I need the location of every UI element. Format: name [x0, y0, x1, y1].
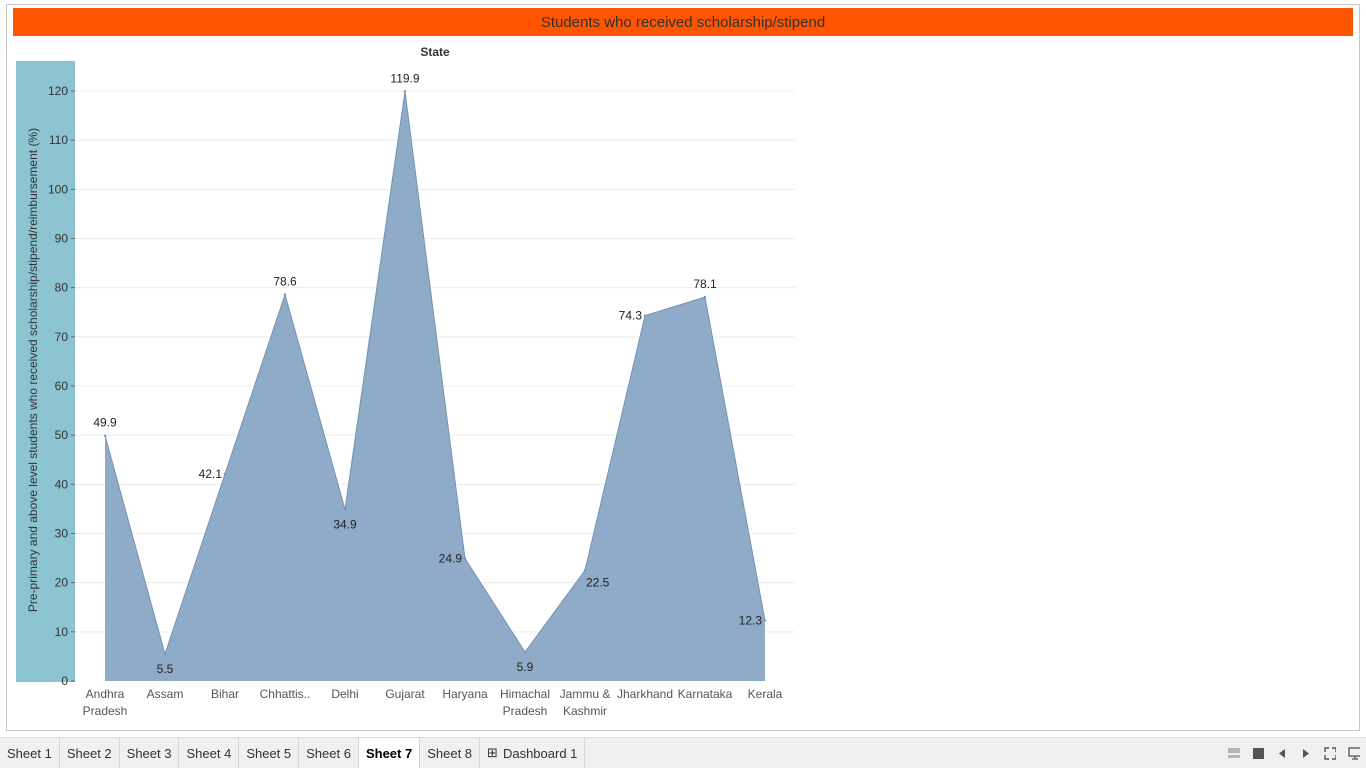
tab-sheet-1[interactable]: Sheet 1 — [0, 738, 60, 768]
tab-sheet-6[interactable]: Sheet 6 — [299, 738, 359, 768]
x-tick-label: Haryana — [442, 687, 488, 701]
y-tick-label: 80 — [55, 281, 69, 295]
data-point[interactable] — [643, 314, 647, 317]
x-axis-ticks: Andhra Pradesh Assam Bihar Chhattis.. Delhi Gu… — [83, 687, 783, 718]
data-point[interactable] — [223, 472, 227, 476]
x-tick-label: Delhi — [331, 687, 358, 701]
data-point[interactable] — [463, 557, 467, 560]
x-tick-label: Jammu & — [560, 687, 611, 701]
tab-label: Sheet 7 — [365, 745, 413, 761]
show-filmstrip-icon[interactable] — [1228, 747, 1240, 759]
data-point[interactable] — [703, 295, 707, 299]
sheet-navigation-controls — [1228, 738, 1360, 768]
x-tick-label: Assam — [147, 687, 184, 701]
y-tick-label: 120 — [48, 84, 68, 98]
y-tick-label: 0 — [61, 674, 68, 688]
tab-label: Dashboard 1 — [502, 745, 578, 761]
x-tick-label: Pradesh — [503, 704, 548, 718]
tab-label: Sheet 8 — [427, 745, 473, 761]
sheet-tab-bar: Sheet 1 Sheet 2 Sheet 3 Sheet 4 Sheet 5 Sheet… — [0, 737, 1366, 768]
y-tick-label: 100 — [48, 182, 68, 196]
data-label: 78.1 — [693, 277, 717, 291]
x-tick-label: Karnataka — [678, 687, 733, 701]
dashboard-grid-icon: ⊞ — [487, 745, 498, 760]
tab-label: Sheet 3 — [126, 745, 172, 761]
data-label: 12.3 — [739, 614, 763, 628]
data-label: 22.5 — [586, 575, 610, 589]
y-tick-label: 70 — [55, 330, 69, 344]
data-label: 49.9 — [93, 416, 117, 430]
tab-sheet-7[interactable]: Sheet 7 — [358, 738, 421, 768]
tab-sheet-8[interactable]: Sheet 8 — [420, 738, 481, 768]
y-tick-label: 50 — [55, 428, 69, 442]
data-point[interactable] — [343, 508, 347, 511]
tab-label: Sheet 6 — [306, 745, 351, 761]
y-tick-label: 60 — [55, 379, 69, 393]
tab-sheet-3[interactable]: Sheet 3 — [120, 738, 180, 768]
x-tick-label: Kerala — [748, 687, 783, 701]
y-axis-title: Pre-primary and above level students who… — [26, 128, 40, 612]
tab-label: Sheet 1 — [7, 745, 52, 761]
tab-sheet-5[interactable]: Sheet 5 — [239, 738, 300, 768]
data-label: 5.9 — [517, 660, 534, 674]
data-point[interactable] — [283, 293, 287, 296]
next-sheet-icon[interactable] — [1300, 747, 1312, 759]
x-tick-label: Pradesh — [83, 704, 128, 718]
data-label: 74.3 — [619, 309, 643, 323]
y-tick-label: 40 — [55, 477, 69, 491]
tab-label: Sheet 4 — [186, 745, 232, 761]
x-tick-label: Kashmir — [563, 704, 607, 718]
show-sheet-icon[interactable] — [1252, 747, 1264, 759]
tab-label: Sheet 2 — [66, 745, 112, 761]
y-tick-label: 10 — [55, 625, 69, 639]
data-point[interactable] — [523, 650, 527, 654]
tab-sheet-2[interactable]: Sheet 2 — [60, 738, 120, 768]
tab-label: Sheet 5 — [246, 745, 292, 761]
presentation-icon[interactable] — [1348, 746, 1360, 760]
x-axis-title: State — [420, 45, 450, 59]
y-tick-label: 30 — [55, 527, 69, 541]
data-label: 24.9 — [439, 552, 463, 566]
y-tick-label: 20 — [55, 576, 69, 590]
fullscreen-icon[interactable] — [1324, 746, 1336, 760]
x-tick-label: Chhattis.. — [260, 687, 311, 701]
previous-sheet-icon[interactable] — [1276, 747, 1288, 759]
tab-sheet-4[interactable]: Sheet 4 — [179, 738, 240, 768]
x-tick-label: Himachal — [500, 687, 550, 701]
x-tick-label: Jharkhand — [617, 687, 673, 701]
data-point[interactable] — [163, 652, 167, 656]
tab-dashboard-1[interactable]: ⊞ Dashboard 1 — [480, 738, 586, 768]
x-tick-label: Bihar — [211, 687, 239, 701]
data-label: 119.9 — [390, 71, 419, 85]
x-tick-label: Gujarat — [385, 687, 425, 701]
data-label: 78.6 — [273, 275, 297, 289]
data-label: 5.5 — [157, 662, 174, 676]
data-label: 34.9 — [333, 517, 357, 531]
data-point[interactable] — [763, 619, 767, 622]
data-point[interactable] — [403, 90, 407, 93]
x-tick-label: Andhra — [86, 687, 125, 701]
data-point[interactable] — [583, 569, 587, 572]
data-label: 42.1 — [199, 467, 223, 481]
area-chart: 0 10 20 30 40 50 60 70 80 90 100 110 120 Andhra Prade… — [16, 45, 795, 718]
y-tick-label: 110 — [49, 133, 68, 147]
data-point[interactable] — [103, 434, 107, 437]
y-tick-label: 90 — [55, 232, 69, 246]
